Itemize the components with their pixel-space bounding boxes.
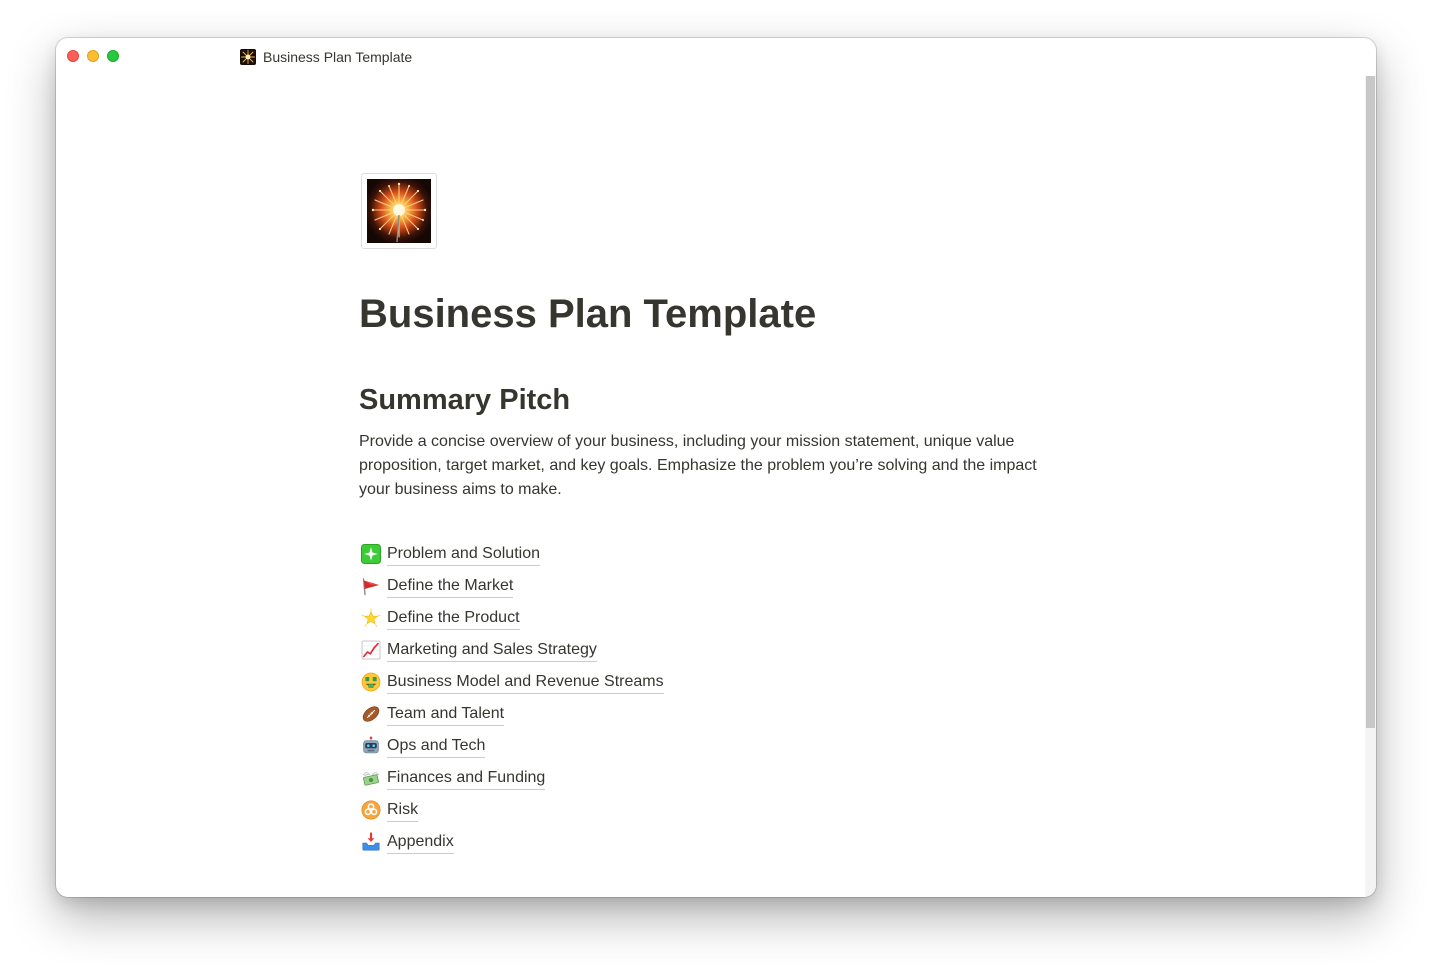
subpage-link-problem-and-solution[interactable]: Problem and Solution [361,538,664,570]
subpage-link-ops-and-tech[interactable]: Ops and Tech [361,730,664,762]
maximize-window-button[interactable] [107,50,119,62]
section-description: Provide a concise overview of your busin… [359,433,1037,498]
page-icon-button[interactable] [361,173,437,249]
minimize-window-button[interactable] [87,50,99,62]
fireworks-icon [367,179,431,243]
money-with-wings-icon [363,772,380,786]
subpage-link-risk[interactable]: Risk [361,794,664,826]
subpage-link-label: Finances and Funding [387,767,546,790]
window-title: Business Plan Template [263,49,413,65]
subpage-link-label: Define the Product [387,607,520,630]
subpage-link-list: Problem and Solution Define the Market D… [361,538,664,858]
subpage-link-label: Appendix [387,831,454,854]
robot-icon [363,736,379,754]
biohazard-icon [361,800,381,820]
subpage-link-label: Marketing and Sales Strategy [387,639,597,662]
sparkle-icon [361,544,381,564]
subpage-link-label: Ops and Tech [387,735,486,758]
glowing-star-icon [361,608,381,627]
app-window: Business Plan Template Business Plan Tem… [56,38,1376,897]
fireworks-icon [240,49,256,65]
subpage-link-marketing-and-sales-strategy[interactable]: Marketing and Sales Strategy [361,634,664,666]
section-heading: Summary Pitch [359,384,571,416]
subpage-link-appendix[interactable]: Appendix [361,826,664,858]
subpage-link-label: Team and Talent [387,703,505,726]
subpage-link-label: Problem and Solution [387,543,540,566]
window-titlebar: Business Plan Template [240,47,412,67]
subpage-link-label: Define the Market [387,575,514,598]
subpage-link-label: Business Model and Revenue Streams [387,671,664,694]
scrollbar-thumb[interactable] [1366,76,1375,728]
subpage-link-business-model-and-revenue-streams[interactable]: Business Model and Revenue Streams [361,666,664,698]
close-window-button[interactable] [67,50,79,62]
chart-increasing-icon [361,640,381,660]
subpage-link-define-the-product[interactable]: Define the Product [361,602,664,634]
subpage-link-team-and-talent[interactable]: Team and Talent [361,698,664,730]
subpage-link-define-the-market[interactable]: Define the Market [361,570,664,602]
football-icon [362,706,380,722]
triangular-flag-icon [362,578,379,596]
page-title: Business Plan Template [359,292,817,336]
inbox-tray-icon [362,832,380,851]
subpage-link-label: Risk [387,799,419,822]
money-mouth-face-icon [361,672,381,692]
subpage-link-finances-and-funding[interactable]: Finances and Funding [361,762,664,794]
